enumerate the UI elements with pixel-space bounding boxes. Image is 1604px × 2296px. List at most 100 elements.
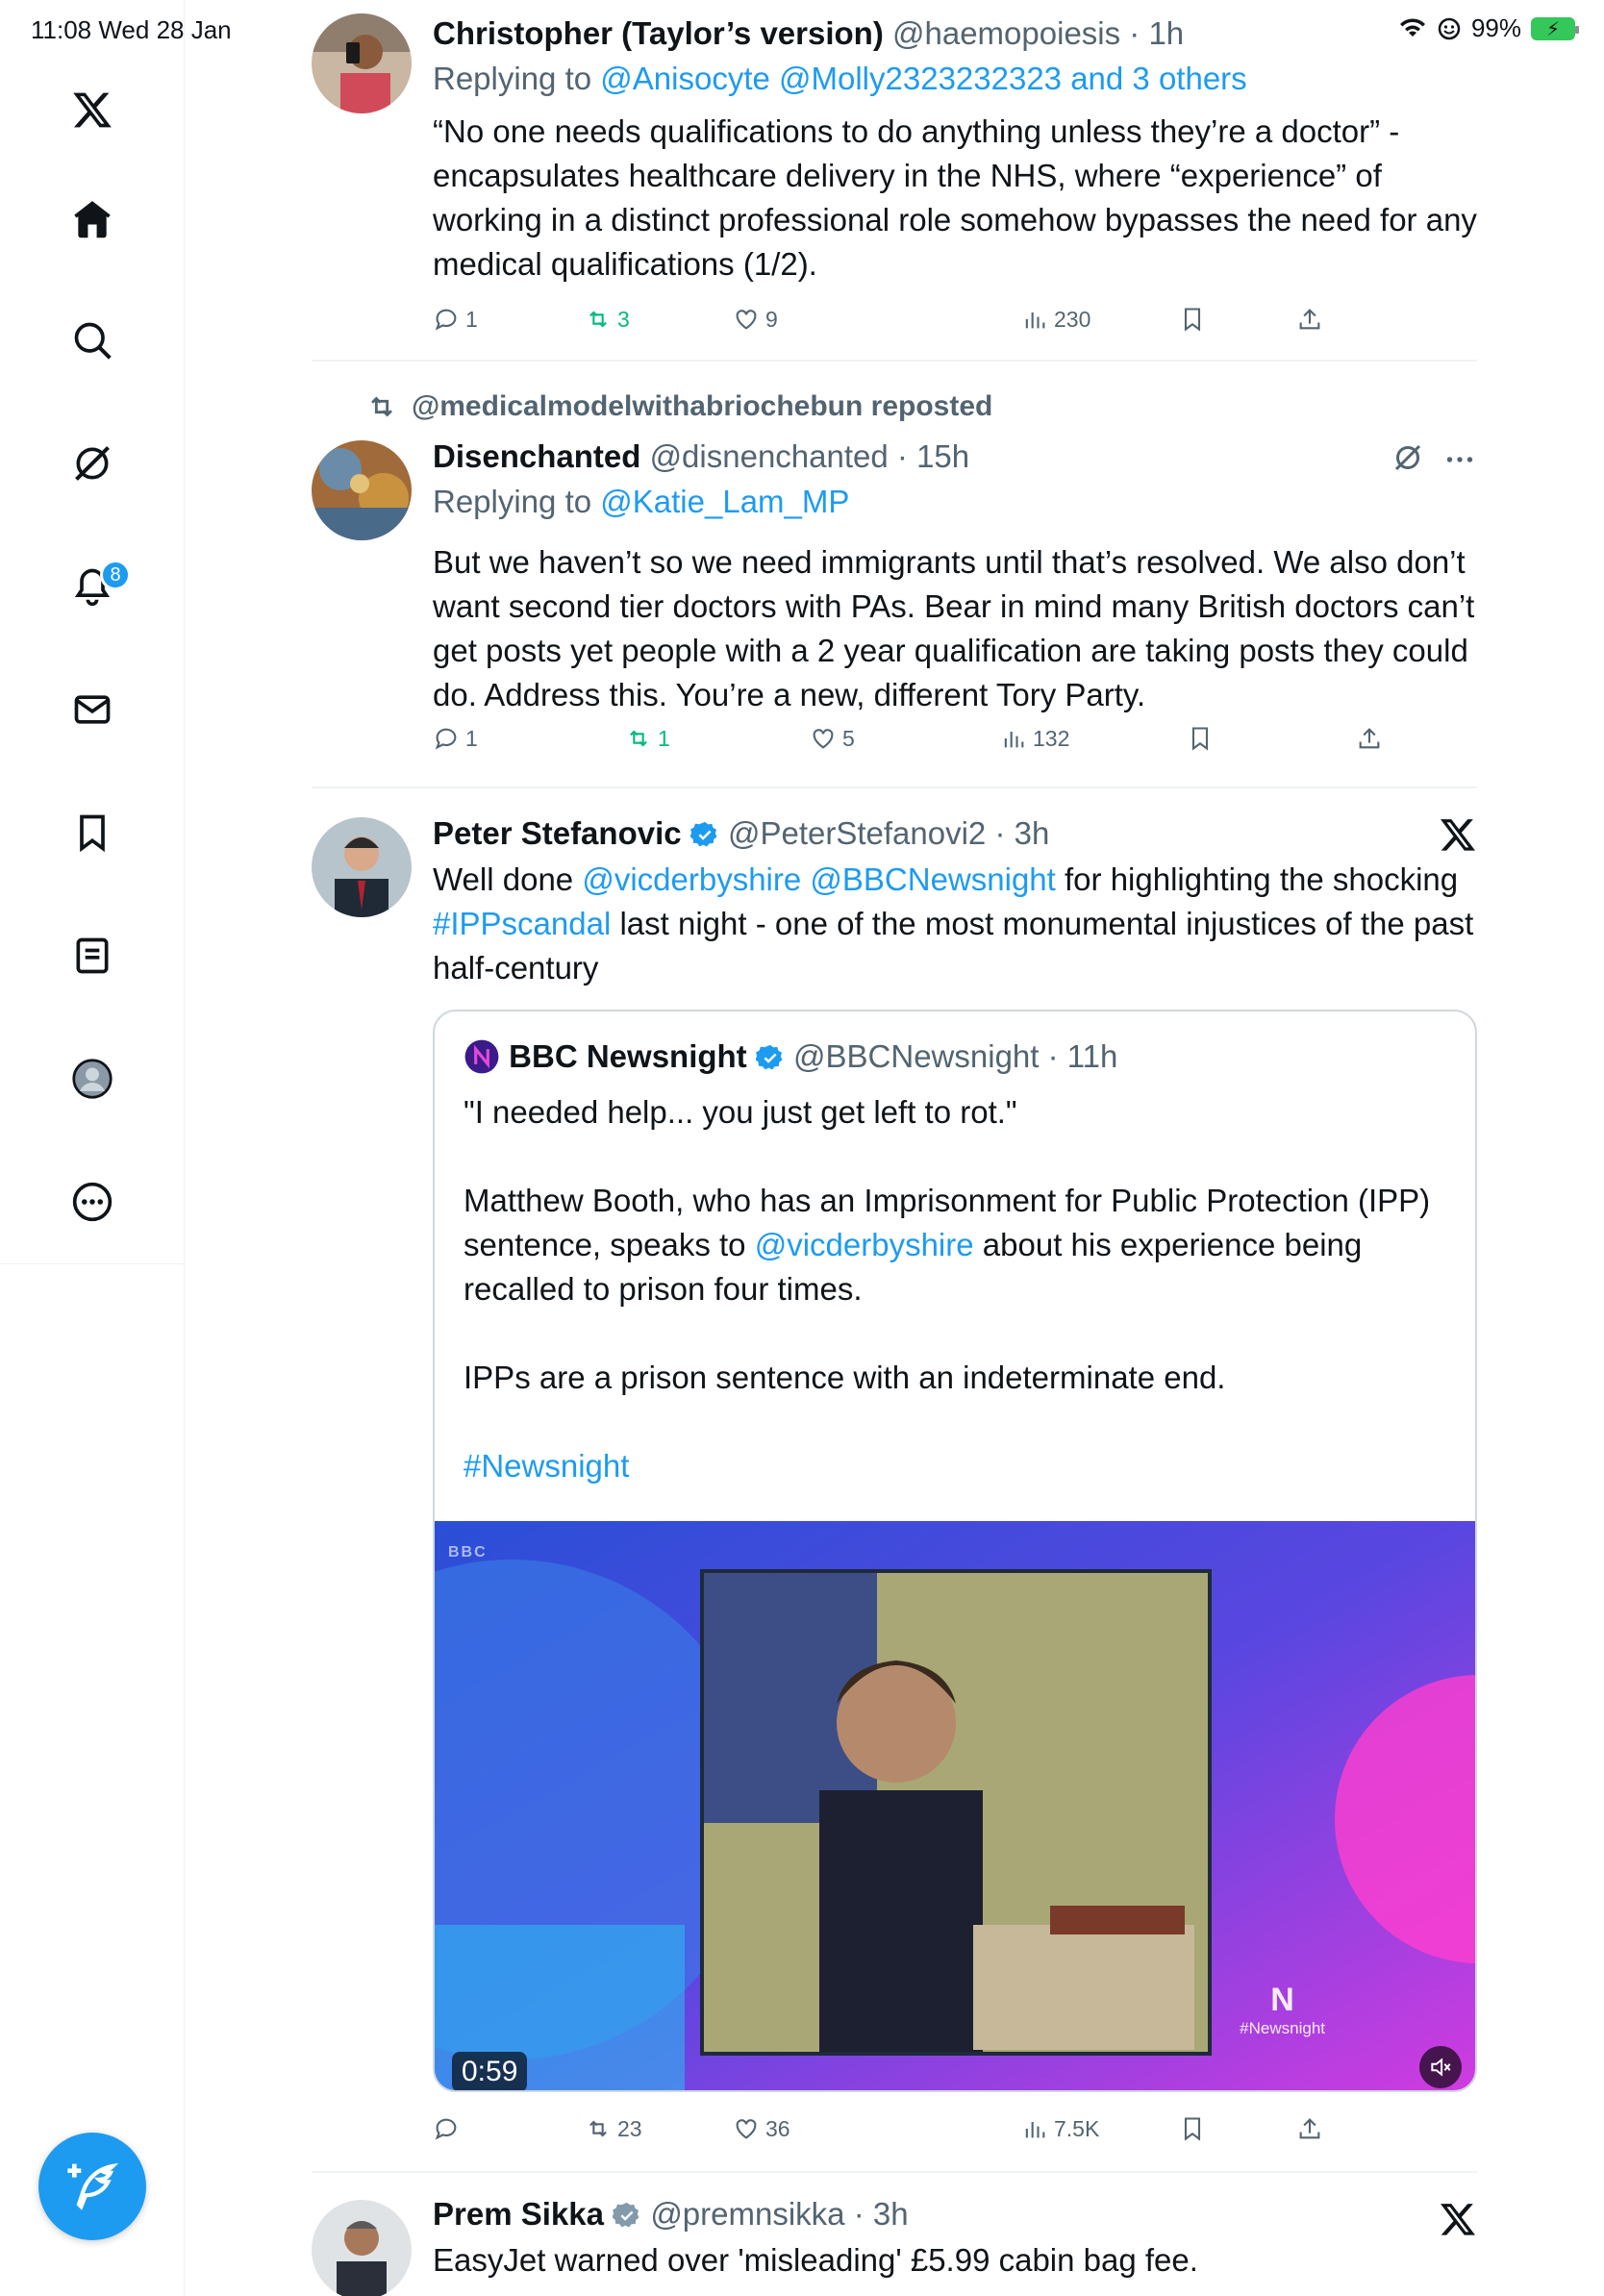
reply-button[interactable]: 1 — [433, 306, 478, 333]
reply-count: 1 — [465, 306, 478, 332]
mention-link[interactable]: @vicderbyshire — [755, 1227, 974, 1262]
lists-icon[interactable] — [62, 925, 123, 986]
tweet-time: · 15h — [896, 438, 970, 474]
verified-badge-icon — [689, 821, 717, 847]
author-name[interactable]: Prem Sikka — [433, 2196, 604, 2232]
tweet[interactable]: Peter Stefanovic @PeterStefanovi2 · 3h W… — [312, 813, 1477, 2159]
tweet-text: “No one needs qualifications to do anyth… — [433, 113, 1477, 282]
avatar[interactable] — [312, 440, 412, 540]
author-handle[interactable]: @haemopoiesis — [892, 15, 1120, 51]
search-icon[interactable] — [62, 310, 123, 371]
like-button[interactable]: 5 — [810, 725, 855, 752]
tweet-divider — [312, 360, 1477, 362]
compose-feather-icon — [67, 2162, 119, 2210]
bookmarks-icon[interactable] — [62, 802, 123, 863]
like-button[interactable]: 36 — [733, 2115, 790, 2142]
reply-button[interactable] — [433, 2115, 465, 2142]
quote-text: "I needed help... you just get left to r… — [464, 1090, 1446, 1488]
x-logo-icon — [1441, 2204, 1475, 2235]
messages-icon[interactable] — [62, 679, 123, 740]
verified-badge-icon — [613, 2202, 639, 2228]
quote-author-name[interactable]: BBC Newsnight — [509, 1038, 747, 1074]
quote-author-handle[interactable]: @BBCNewsnight — [793, 1038, 1039, 1074]
heart-icon — [736, 310, 757, 330]
home-icon[interactable] — [62, 188, 123, 250]
newsnight-watermark: N #Newsnight — [1240, 1982, 1325, 2037]
profile-icon[interactable] — [62, 1048, 123, 1110]
tweet-header: Prem Sikka @premnsikka · 3h — [433, 2194, 1477, 2234]
tweet-divider — [312, 786, 1477, 788]
verified-badge-icon — [755, 1044, 783, 1070]
hashtag-link[interactable]: #Newsnight — [464, 1444, 1446, 1488]
grok-icon[interactable] — [1391, 440, 1425, 475]
video-player[interactable]: BBC N #Newsnight 0:59 — [435, 1521, 1475, 2090]
repost-banner[interactable]: @medicalmodelwithabriochebun reposted — [365, 390, 992, 423]
author-name[interactable]: Peter Stefanovic — [433, 815, 682, 851]
mute-button[interactable] — [1419, 2046, 1462, 2088]
avatar[interactable] — [312, 13, 412, 113]
bookmark-button[interactable] — [1187, 725, 1214, 752]
tweet[interactable]: Christopher (Taylor’s version) @haemopoi… — [312, 13, 1477, 350]
bookmark-button[interactable] — [1179, 2115, 1206, 2142]
avatar[interactable] — [312, 2200, 412, 2296]
bookmark-icon — [1184, 308, 1201, 332]
avatar[interactable] — [312, 817, 412, 917]
quote-time: · 11h — [1047, 1038, 1118, 1074]
more-icon[interactable] — [62, 1171, 123, 1233]
bookmark-icon — [1191, 727, 1209, 751]
notifications-icon[interactable]: 8 — [62, 556, 131, 617]
sidebar: 8 — [0, 0, 185, 2296]
tweet-header: Peter Stefanovic @PeterStefanovi2 · 3h — [433, 813, 1477, 854]
like-button[interactable]: 9 — [733, 306, 778, 333]
notifications-badge: 8 — [100, 560, 131, 590]
author-handle[interactable]: @disnenchanted — [650, 438, 889, 474]
replying-to-links[interactable]: @Katie_Lam_MP — [600, 484, 849, 519]
author-handle[interactable]: @premnsikka — [650, 2196, 844, 2232]
repost-icon — [589, 311, 607, 328]
tweet[interactable]: Disenchanted @disnenchanted · 15h Replyi… — [312, 437, 1477, 763]
share-button[interactable] — [1296, 2115, 1323, 2142]
repost-count: 3 — [617, 306, 630, 332]
mention-links[interactable]: @vicderbyshire @BBCNewsnight — [582, 861, 1056, 897]
views-button[interactable]: 132 — [1000, 725, 1069, 752]
reply-icon — [435, 2118, 457, 2140]
tweet-actions: 1 3 9 230 — [433, 306, 1477, 344]
like-count: 9 — [765, 306, 778, 332]
reply-button[interactable]: 1 — [433, 725, 478, 752]
repost-count: 1 — [658, 725, 670, 751]
grok-icon[interactable] — [62, 433, 123, 494]
newsnight-avatar-icon[interactable] — [464, 1038, 500, 1075]
quote-paragraph: "I needed help... you just get left to r… — [464, 1094, 1017, 1130]
share-button[interactable] — [1296, 306, 1323, 333]
replying-to-links[interactable]: @Anisocyte @Molly2323232323 and 3 others — [600, 61, 1246, 96]
replying-prefix: Replying to — [433, 484, 601, 519]
bookmark-button[interactable] — [1179, 306, 1206, 333]
x-logo-icon[interactable] — [62, 79, 123, 140]
tweet-text: But we haven’t so we need immigrants unt… — [433, 544, 1475, 712]
tweet-text: Well done @vicderbyshire @BBCNewsnight f… — [433, 858, 1477, 990]
tweet[interactable]: Prem Sikka @premnsikka · 3h EasyJet warn… — [312, 2194, 1477, 2296]
quoted-tweet[interactable]: BBC Newsnight @BBCNewsnight · 11h "I nee… — [433, 1010, 1477, 2092]
bbc-watermark: BBC — [448, 1544, 488, 1560]
author-handle[interactable]: @PeterStefanovi2 — [728, 815, 986, 851]
repost-icon — [371, 396, 392, 417]
views-count: 230 — [1054, 306, 1091, 332]
tweet-header: Christopher (Taylor’s version) @haemopoi… — [433, 13, 1477, 54]
repost-button[interactable]: 1 — [625, 725, 670, 752]
views-button[interactable]: 7.5K — [1021, 2115, 1099, 2142]
share-button[interactable] — [1356, 725, 1383, 752]
battery-icon: ⚡ — [1531, 16, 1579, 40]
share-icon — [1359, 728, 1380, 749]
heart-icon — [813, 729, 834, 749]
repost-button[interactable]: 23 — [585, 2115, 642, 2142]
views-button[interactable]: 230 — [1021, 306, 1090, 333]
author-name[interactable]: Christopher (Taylor’s version) — [433, 15, 884, 51]
more-options-icon[interactable] — [1442, 442, 1477, 477]
views-count: 132 — [1033, 725, 1070, 751]
repost-button[interactable]: 3 — [585, 306, 630, 333]
compose-button[interactable] — [38, 2133, 146, 2240]
quote-paragraph: Matthew Booth, who has an Imprisonment f… — [464, 1179, 1446, 1311]
hashtag-link[interactable]: #IPPscandal — [433, 906, 611, 941]
reposted-by[interactable]: @medicalmodelwithabriochebun reposted — [412, 390, 992, 423]
author-name[interactable]: Disenchanted — [433, 438, 640, 474]
